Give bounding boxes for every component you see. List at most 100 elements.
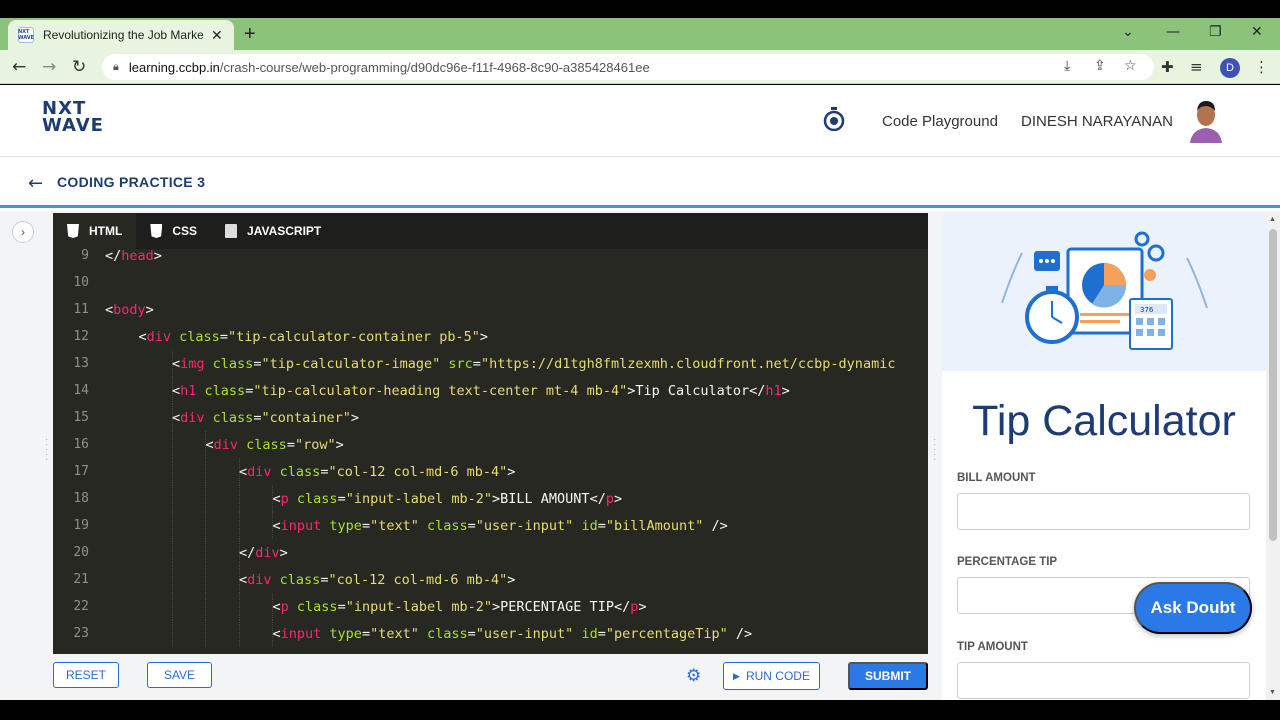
tab-close-icon[interactable]: ✕: [211, 27, 223, 44]
bill-amount-input[interactable]: [957, 493, 1250, 530]
code-line[interactable]: 21 <div class="col-12 col-md-6 mb-4">: [53, 566, 928, 593]
code-text: <div class="col-12 col-md-6 mb-4">: [239, 571, 516, 588]
window-close-icon[interactable]: ✕: [1251, 24, 1263, 40]
code-text: <body>: [105, 301, 154, 318]
code-line[interactable]: 9 </head>: [53, 249, 928, 269]
indent-guide: [238, 620, 240, 647]
code-text: <div class="tip-calculator-container pb-…: [138, 328, 489, 345]
install-app-icon[interactable]: ⤓: [1064, 58, 1070, 74]
os-top-bar: [0, 0, 1280, 18]
indent-guide: [171, 458, 173, 485]
address-bar[interactable]: 🔒︎ learning.ccbp.in/crash-course/web-pro…: [102, 54, 1154, 80]
back-icon[interactable]: ←: [12, 57, 26, 77]
indent-guide: [205, 566, 206, 593]
indent-guide: [238, 593, 240, 620]
code-text: <p class="input-label mb-2">PERCENTAGE T…: [272, 598, 647, 615]
code-line[interactable]: 12 <div class="tip-calculator-container p…: [53, 323, 928, 350]
user-name[interactable]: DINESH NARAYANAN: [1021, 113, 1173, 130]
indent-guide: [238, 512, 240, 539]
os-bottom-bar: [0, 700, 1280, 720]
preview-heading: Tip Calculator: [972, 397, 1236, 445]
code-line[interactable]: 22 <p class="input-label mb-2">PERCENTAGE…: [53, 593, 928, 620]
line-number: 22: [73, 599, 89, 614]
tip-amount-label: TIP AMOUNT: [957, 641, 1028, 653]
play-icon: ▶: [733, 670, 740, 681]
reload-icon[interactable]: ↻: [72, 57, 86, 77]
code-line[interactable]: 20 </div>: [53, 539, 928, 566]
expand-panel-chevron-icon[interactable]: ›: [12, 221, 34, 243]
scroll-thumb[interactable]: [1269, 229, 1277, 541]
code-text: <input type="text" class="user-input" id…: [272, 517, 728, 534]
line-number: 12: [73, 329, 89, 344]
code-line[interactable]: 17 <div class="col-12 col-md-6 mb-4">: [53, 458, 928, 485]
restore-icon[interactable]: ❐: [1209, 24, 1222, 40]
code-line[interactable]: 23 <input type="text" class="user-input" …: [53, 620, 928, 647]
code-line[interactable]: 18 <p class="input-label mb-2">BILL AMOUN…: [53, 485, 928, 512]
code-line[interactable]: 15 <div class="container">: [53, 404, 928, 431]
line-number: 15: [73, 410, 89, 425]
tab-html[interactable]: HTML: [53, 213, 137, 249]
bookmark-star-icon[interactable]: ☆: [1124, 58, 1137, 74]
forward-icon[interactable]: →: [42, 57, 56, 77]
user-avatar[interactable]: [1186, 95, 1226, 143]
scroll-up-icon[interactable]: ▲: [1269, 216, 1276, 223]
line-number: 20: [73, 545, 89, 560]
nxtwave-logo[interactable]: NXT WAVE: [42, 100, 104, 135]
indent-guide: [171, 485, 173, 512]
tab-css[interactable]: CSS: [136, 213, 211, 249]
indent-guide: [171, 620, 173, 647]
menu-kebab-icon[interactable]: ⋮: [1254, 58, 1269, 76]
code-line[interactable]: 11 <body>: [53, 296, 928, 323]
tab-javascript[interactable]: JAVASCRIPT: [211, 213, 335, 249]
code-text: <img class="tip-calculator-image" src="h…: [172, 355, 896, 372]
tip-calculator-illustration: 376: [942, 213, 1266, 371]
reading-list-icon[interactable]: ≡: [1190, 58, 1203, 76]
app-page: NXT WAVE Code Playground DINESH NARAYANA…: [0, 85, 1280, 700]
reset-button[interactable]: RESET: [53, 662, 119, 688]
line-number: 18: [73, 491, 89, 506]
left-resize-handle[interactable]: · · · · ·: [45, 435, 48, 465]
indent-guide: [171, 431, 173, 458]
code-text: <div class="container">: [172, 409, 359, 426]
code-line[interactable]: 14 <h1 class="tip-calculator-heading text…: [53, 377, 928, 404]
run-code-button[interactable]: ▶ RUN CODE: [723, 662, 820, 690]
javascript-file-icon: [225, 224, 238, 238]
ask-doubt-button[interactable]: Ask Doubt: [1134, 582, 1252, 634]
indent-guide: [171, 593, 173, 620]
preview-scrollbar[interactable]: ▲ ▼: [1266, 213, 1280, 700]
code-text: </head>: [105, 249, 162, 264]
share-icon[interactable]: ⇪: [1094, 58, 1106, 74]
code-line[interactable]: 13 <img class="tip-calculator-image" src=…: [53, 350, 928, 377]
code-editor[interactable]: HTML CSS JAVASCRIPT 9 </head> 10 11 <body> 12…: [53, 213, 928, 654]
submit-button[interactable]: SUBMIT: [848, 662, 928, 690]
page-title: CODING PRACTICE 3: [57, 174, 206, 190]
minimize-icon[interactable]: —: [1166, 24, 1180, 40]
line-number: 10: [73, 275, 89, 290]
back-arrow-icon[interactable]: ←: [28, 173, 43, 194]
new-tab-icon[interactable]: +: [244, 24, 256, 44]
indent-guide: [171, 566, 173, 593]
line-number: 23: [73, 626, 89, 641]
tab-title: Revolutionizing the Job Market |: [43, 28, 203, 42]
tip-amount-input[interactable]: [957, 662, 1250, 699]
code-playground-link[interactable]: Code Playground: [882, 113, 998, 130]
screen: NXT WAVE Revolutionizing the Job Market …: [0, 0, 1280, 720]
indent-guide: [205, 458, 206, 485]
code-line[interactable]: 19 <input type="text" class="user-input" …: [53, 512, 928, 539]
stopwatch-icon[interactable]: [823, 107, 845, 131]
browser-tab-strip: NXT WAVE Revolutionizing the Job Market …: [0, 18, 1280, 50]
extensions-puzzle-icon[interactable]: ✚: [1161, 58, 1174, 76]
tab-search-chevron-icon[interactable]: ⌄: [1122, 24, 1134, 40]
settings-gear-icon[interactable]: ⚙: [686, 666, 701, 686]
code-line[interactable]: 16 <div class="row">: [53, 431, 928, 458]
site-favicon-icon: NXT WAVE: [17, 27, 35, 43]
save-button[interactable]: SAVE: [147, 662, 212, 688]
code-area[interactable]: 9 </head> 10 11 <body> 12 <div class="tip-calc…: [53, 249, 928, 654]
code-line[interactable]: 10: [53, 269, 928, 296]
browser-tab[interactable]: NXT WAVE Revolutionizing the Job Market …: [8, 20, 234, 50]
right-resize-handle[interactable]: · · · · ·: [933, 435, 936, 465]
line-number: 13: [73, 356, 89, 371]
profile-avatar[interactable]: D: [1220, 58, 1240, 78]
indent-guide: [205, 620, 206, 647]
scroll-down-icon[interactable]: ▼: [1269, 689, 1276, 696]
